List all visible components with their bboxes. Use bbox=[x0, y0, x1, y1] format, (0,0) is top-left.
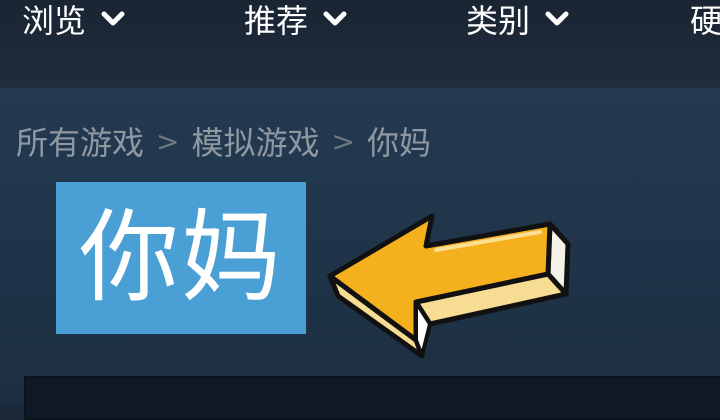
breadcrumb-separator: > bbox=[156, 124, 180, 158]
breadcrumb-all-games[interactable]: 所有游戏 bbox=[16, 118, 144, 164]
nav-browse[interactable]: 浏览 bbox=[22, 0, 126, 44]
nav-recommended[interactable]: 推荐 bbox=[244, 0, 348, 44]
page-title: 你妈 bbox=[79, 199, 283, 316]
nav-hardware-label: 硬 bbox=[690, 2, 720, 40]
breadcrumb-separator: > bbox=[331, 124, 355, 158]
breadcrumb: 所有游戏 > 模拟游戏 > 你妈 bbox=[16, 118, 431, 164]
chevron-down-icon bbox=[545, 11, 569, 26]
arrow-left-icon bbox=[327, 213, 571, 359]
game-media-panel bbox=[24, 376, 720, 420]
nav-hardware[interactable]: 硬 bbox=[690, 0, 720, 44]
nav-categories-label: 类别 bbox=[466, 2, 531, 40]
breadcrumb-simulation[interactable]: 模拟游戏 bbox=[191, 118, 319, 164]
nav-recommended-label: 推荐 bbox=[244, 2, 309, 40]
breadcrumb-current[interactable]: 你妈 bbox=[367, 118, 431, 164]
chevron-down-icon bbox=[323, 11, 347, 26]
top-navigation-bar: 浏览 推荐 类别 硬 bbox=[0, 0, 720, 88]
nav-categories[interactable]: 类别 bbox=[466, 0, 570, 44]
chevron-down-icon bbox=[101, 11, 125, 26]
nav-browse-label: 浏览 bbox=[22, 2, 87, 40]
